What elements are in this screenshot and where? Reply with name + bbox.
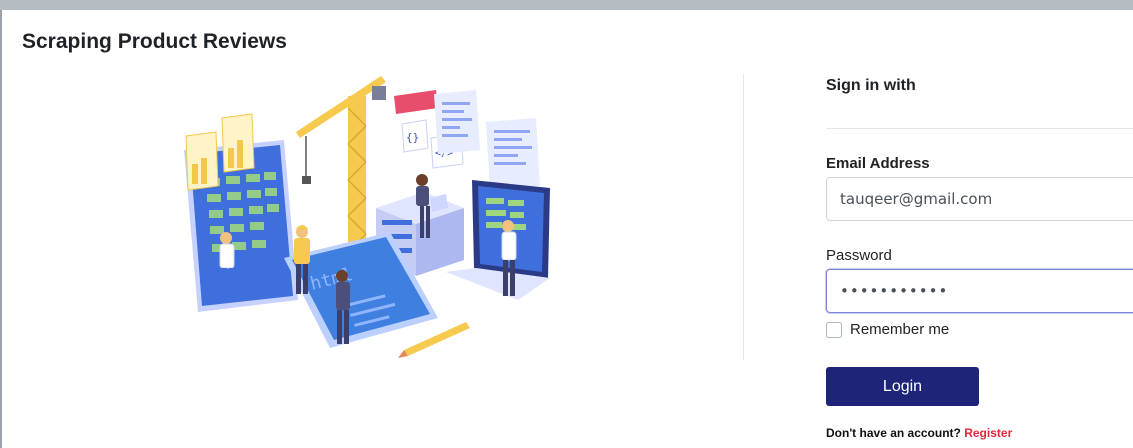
login-button[interactable]: Login (826, 367, 979, 406)
email-field[interactable] (826, 177, 1133, 221)
signin-heading: Sign in with (826, 77, 916, 94)
remember-me-row[interactable]: Remember me (826, 321, 949, 338)
register-link[interactable]: Register (964, 426, 1012, 440)
no-account-text: Don't have an account? (826, 426, 961, 440)
password-field[interactable] (826, 269, 1133, 313)
email-label: Email Address (826, 155, 930, 172)
remember-me-checkbox[interactable] (826, 321, 842, 338)
svg-text:{}: {} (406, 131, 419, 144)
remember-me-label: Remember me (850, 321, 950, 338)
heading-divider (826, 128, 1133, 129)
panel-divider (743, 74, 744, 360)
pencil (398, 322, 470, 358)
code-tiles: {} </> (394, 90, 540, 190)
password-label: Password (826, 247, 892, 264)
web-development-illustration: {} </> html (184, 76, 550, 358)
page-title: Scraping Product Reviews (22, 30, 287, 53)
window-left-border (0, 10, 2, 448)
login-form: Sign in with Email Address Password Reme… (826, 0, 1133, 448)
register-prompt: Don't have an account? Register (826, 426, 1012, 440)
